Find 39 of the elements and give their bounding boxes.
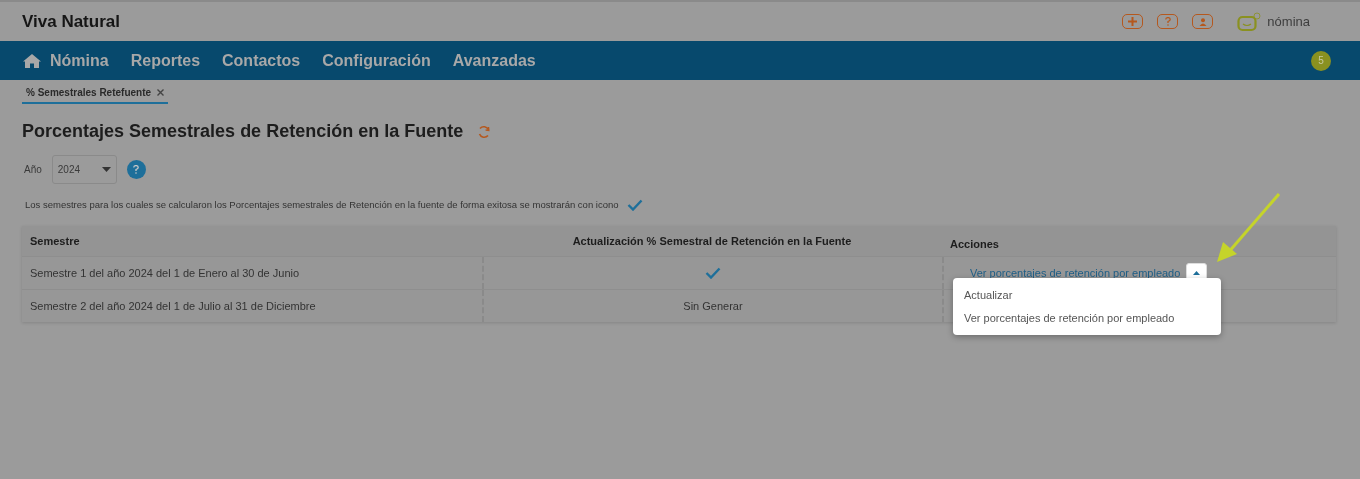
app-title: Viva Natural — [22, 10, 120, 33]
user-button[interactable] — [1192, 14, 1214, 29]
brand-name: nómina — [1267, 12, 1310, 31]
open-tab[interactable]: % Semestrales Retefuente — [22, 85, 169, 104]
arrow-icon — [1215, 192, 1281, 264]
nav-link[interactable]: Nómina — [50, 48, 109, 73]
home-icon[interactable] — [22, 52, 42, 69]
question-icon — [133, 165, 140, 174]
menu-item[interactable]: Ver porcentajes de retención por empleado — [953, 306, 1221, 329]
refresh-icon[interactable] — [477, 124, 492, 139]
column-header: Semestre — [29, 234, 81, 249]
table-cell-text: Sin Generar — [683, 299, 743, 314]
year-label: Año — [24, 163, 42, 177]
action-link[interactable]: Ver porcentajes de retención por empleado — [970, 265, 1181, 282]
plus-icon — [1128, 17, 1138, 26]
user-icon — [1198, 17, 1207, 26]
help-button[interactable] — [1157, 14, 1179, 29]
info-note: Los semestres para los cuales se calcularon los Porcentajes semestrales de Retención en la fuente de forma exitosa se mostrarán con icono — [25, 198, 619, 212]
caret-icon — [101, 167, 111, 172]
page-title: Porcentajes Semestrales de Retención en la Fuente — [22, 120, 464, 143]
caret-icon — [1193, 271, 1201, 276]
help-icon[interactable] — [126, 160, 146, 179]
check-icon — [705, 267, 721, 280]
column-header: Actualización % Semestral de Retención en la Fuente — [571, 234, 853, 249]
add-button[interactable] — [1122, 14, 1144, 29]
notification-badge[interactable]: 5 — [1311, 50, 1331, 71]
nav-link[interactable]: Configuración — [322, 48, 431, 73]
column-header: Acciones — [949, 237, 1000, 252]
nav-link[interactable]: Contactos — [222, 48, 301, 73]
logo-icon — [1237, 11, 1262, 32]
check-icon — [626, 199, 643, 212]
menu-item[interactable]: Actualizar — [953, 284, 1221, 307]
nav-link[interactable]: Avanzadas — [452, 48, 536, 73]
close-icon[interactable] — [157, 89, 165, 96]
table-cell-text: Semestre 2 del año 2024 del 1 de Julio al 31 de Diciembre — [29, 299, 317, 314]
question-icon — [1164, 17, 1171, 26]
nav-link[interactable]: Reportes — [130, 48, 201, 73]
year-select[interactable]: 2024 — [51, 155, 117, 184]
table-cell-text: Semestre 1 del año 2024 del 1 de Enero al 30 de Junio — [29, 266, 301, 281]
